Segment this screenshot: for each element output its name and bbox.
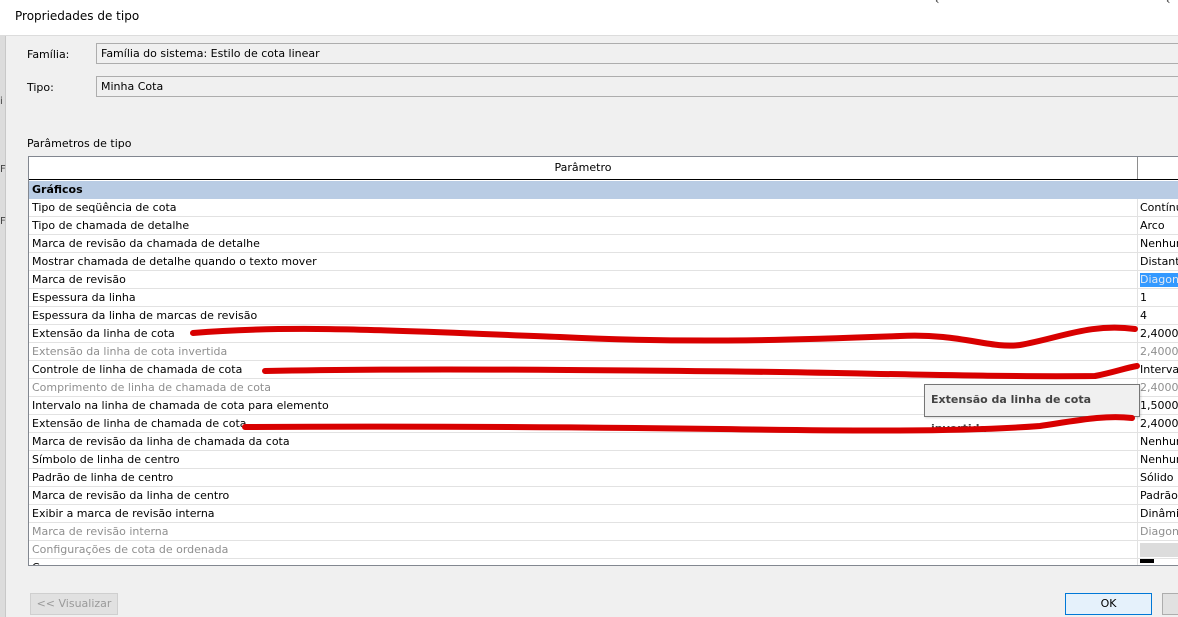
edge-fragment: i xyxy=(0,96,3,107)
family-field[interactable]: Família do sistema: Estilo de cota linea… xyxy=(96,43,1178,64)
table-row[interactable]: Símbolo de linha de centro Nenhum xyxy=(29,451,1178,469)
table-row[interactable]: Marca de revisão Diagona xyxy=(29,271,1178,289)
table-row: Extensão da linha de cota invertida 2,400… xyxy=(29,343,1178,361)
row-value[interactable]: Interval xyxy=(1140,361,1178,379)
table-row[interactable]: Exibir a marca de revisão interna Dinâmi xyxy=(29,505,1178,523)
window-control-icon[interactable]: ‹ xyxy=(935,0,939,7)
window-control-icon[interactable]: ‹ xyxy=(1166,0,1170,7)
family-value: Família do sistema: Estilo de cota linea… xyxy=(101,47,320,60)
row-value: 2,4000 m xyxy=(1140,381,1178,394)
row-name: Extensão da linha de cota xyxy=(32,327,175,340)
table-row[interactable]: Mostrar chamada de detalhe quando o text… xyxy=(29,253,1178,271)
row-value[interactable]: Arco xyxy=(1140,217,1178,235)
row-value[interactable]: Nenhum xyxy=(1140,433,1178,451)
cancel-button[interactable] xyxy=(1162,593,1178,615)
type-label: Tipo: xyxy=(27,81,54,94)
row-value: Diagon xyxy=(1140,525,1178,538)
background-window-edge: i F F xyxy=(0,36,6,617)
type-parameters-grid[interactable]: Parâmetro Gráficos Tipo de seqüência de … xyxy=(28,156,1178,566)
table-row[interactable]: Extensão da linha de cota 2,4000 m xyxy=(29,325,1178,343)
table-row[interactable]: Controle de linha de chamada de cota Inte… xyxy=(29,361,1178,379)
table-row[interactable]: Marca de revisão da linha de centro Padrã… xyxy=(29,487,1178,505)
edge-fragment: F xyxy=(0,164,6,175)
edit-settings-button[interactable] xyxy=(1140,543,1178,557)
row-name: Espessura da linha xyxy=(32,291,136,304)
row-value[interactable]: 1 xyxy=(1140,289,1178,307)
table-row[interactable]: Espessura da linha 1 xyxy=(29,289,1178,307)
row-value[interactable]: Padrão xyxy=(1140,487,1178,505)
row-name: Exibir a marca de revisão interna xyxy=(32,507,215,520)
table-row: Marca de revisão interna Diagon xyxy=(29,523,1178,541)
table-row[interactable]: Padrão de linha de centro Sólido xyxy=(29,469,1178,487)
grid-header: Parâmetro xyxy=(29,157,1178,180)
table-row[interactable]: Extensão de linha de chamada de cota 2,40… xyxy=(29,415,1178,433)
row-name: Padrão de linha de centro xyxy=(32,471,174,484)
row-value[interactable]: Sólido xyxy=(1140,469,1178,487)
table-row[interactable]: C xyxy=(29,559,1178,565)
table-row[interactable]: Marca de revisão da chamada de detalhe Ne… xyxy=(29,235,1178,253)
value-column-header[interactable] xyxy=(1138,157,1178,179)
row-value[interactable]: Distante xyxy=(1140,253,1178,271)
table-row[interactable]: Tipo de chamada de detalhe Arco xyxy=(29,217,1178,235)
row-name: Marca de revisão da chamada de detalhe xyxy=(32,237,260,250)
row-name: Marca de revisão da linha de centro xyxy=(32,489,230,502)
row-name: Marca de revisão interna xyxy=(32,525,169,538)
type-parameters-label: Parâmetros de tipo xyxy=(27,137,132,150)
parameter-column-header[interactable]: Parâmetro xyxy=(29,157,1138,179)
title-bar: Propriedades de tipo ‹ ‹ xyxy=(0,0,1178,36)
row-name: Configurações de cota de ordenada xyxy=(32,543,229,556)
row-value-selected[interactable]: Diagona xyxy=(1140,273,1178,287)
group-header-graficos[interactable]: Gráficos xyxy=(29,181,1178,199)
table-row[interactable]: Marca de revisão da linha de chamada da … xyxy=(29,433,1178,451)
row-value[interactable]: 2,4000 m xyxy=(1140,325,1178,343)
row-name: Marca de revisão xyxy=(32,273,126,286)
edge-fragment: F xyxy=(0,216,6,227)
table-row: Configurações de cota de ordenada xyxy=(29,541,1178,559)
row-value[interactable]: Dinâmi xyxy=(1140,505,1178,523)
row-name: Mostrar chamada de detalhe quando o text… xyxy=(32,255,317,268)
type-value: Minha Cota xyxy=(101,80,164,93)
color-swatch[interactable] xyxy=(1140,559,1178,565)
table-row[interactable]: Tipo de seqüência de cota Contínu xyxy=(29,199,1178,217)
row-value[interactable]: Nenhum xyxy=(1140,451,1178,469)
table-row[interactable]: Espessura da linha de marcas de revisão 4 xyxy=(29,307,1178,325)
row-value[interactable]: 1,5000 m xyxy=(1140,397,1178,415)
row-name: Espessura da linha de marcas de revisão xyxy=(32,309,258,322)
row-name: Símbolo de linha de centro xyxy=(32,453,180,466)
row-name: Extensão da linha de cota invertida xyxy=(32,345,228,358)
tooltip: Extensão da linha de cota invertida xyxy=(924,384,1140,435)
row-name: Controle de linha de chamada de cota xyxy=(32,363,243,376)
row-name: Tipo de chamada de detalhe xyxy=(32,219,190,232)
row-value[interactable]: 2,4000 m xyxy=(1140,415,1178,433)
row-value[interactable]: 4 xyxy=(1140,307,1178,325)
row-name: C xyxy=(32,559,1136,565)
row-value[interactable]: Contínu xyxy=(1140,199,1178,217)
family-label: Família: xyxy=(27,48,70,61)
row-value: 2,4000 m xyxy=(1140,345,1178,358)
ok-button[interactable]: OK xyxy=(1065,593,1152,615)
preview-button[interactable]: << Visualizar xyxy=(30,593,118,615)
type-field[interactable]: Minha Cota xyxy=(96,76,1178,97)
window-title: Propriedades de tipo xyxy=(15,9,140,23)
row-value[interactable]: Nenhum xyxy=(1140,235,1178,253)
row-name: Tipo de seqüência de cota xyxy=(32,201,177,214)
